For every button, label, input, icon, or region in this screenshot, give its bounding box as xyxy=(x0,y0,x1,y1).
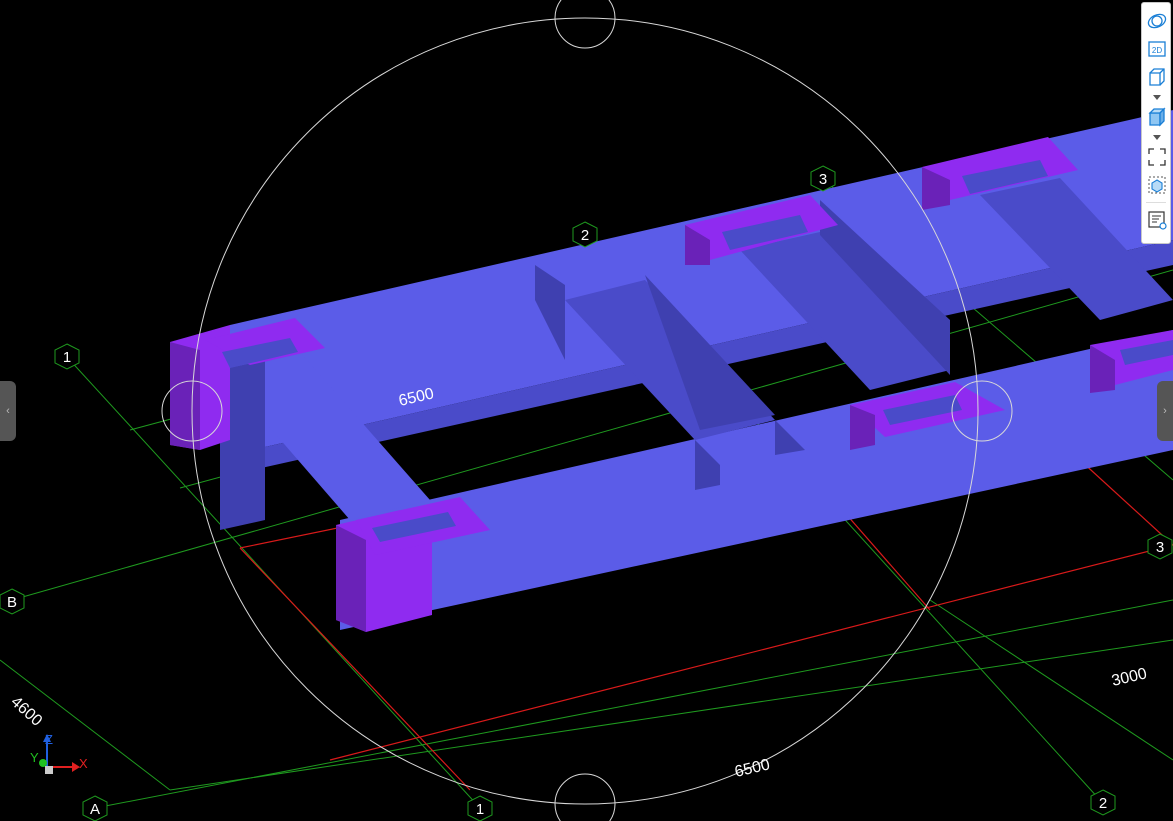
orbit-handle-bottom[interactable] xyxy=(554,773,616,821)
svg-text:1: 1 xyxy=(63,349,71,366)
grid-label-right-3: 3 xyxy=(1147,533,1173,560)
view-toolbar: 2D xyxy=(1141,2,1171,244)
right-panel-toggle[interactable]: › xyxy=(1157,381,1173,441)
svg-text:3: 3 xyxy=(1156,539,1164,556)
chevron-down-icon xyxy=(1153,134,1161,140)
grid-label-top-3: 3 xyxy=(810,165,836,192)
properties-button[interactable] xyxy=(1142,206,1172,234)
scene-canvas[interactable]: 2 3 1 B A 1 2 3 4600 6500 6500 3000 X Y … xyxy=(0,0,1173,821)
shaded-dropdown[interactable] xyxy=(1142,131,1172,143)
grid-label-top-2: 2 xyxy=(572,221,598,248)
left-panel-toggle[interactable]: ‹ xyxy=(0,381,16,441)
view-2d-button[interactable]: 2D xyxy=(1142,35,1172,63)
y-axis xyxy=(39,759,47,767)
orbit-icon xyxy=(1147,13,1167,29)
view-2d-icon: 2D xyxy=(1148,41,1166,57)
wireframe-cube-icon xyxy=(1149,68,1165,86)
grid-label-bottom-1: 1 xyxy=(467,795,493,821)
axis-label-y: Y xyxy=(30,750,39,765)
3d-viewport[interactable]: 2 3 1 B A 1 2 3 4600 6500 6500 3000 X Y … xyxy=(0,0,1173,821)
zoom-extents-icon xyxy=(1148,148,1166,166)
view-cube-button[interactable] xyxy=(1142,171,1172,199)
grid-label-left-1: 1 xyxy=(54,343,80,370)
chevron-left-icon: ‹ xyxy=(6,405,10,417)
grid-label-bottom-A: A xyxy=(82,795,108,821)
grid-label-left-B: B xyxy=(0,588,25,615)
orbit-handle-top[interactable] xyxy=(554,0,616,49)
axis-label-x: X xyxy=(79,756,88,771)
axis-label-z: Z xyxy=(45,732,53,747)
chevron-down-icon xyxy=(1153,94,1161,100)
svg-text:3: 3 xyxy=(819,171,827,188)
toolbar-separator xyxy=(1146,202,1166,203)
view-cube-icon xyxy=(1148,176,1166,194)
orbit-button[interactable] xyxy=(1142,7,1172,35)
grid-label-bottom-2: 2 xyxy=(1090,789,1116,816)
svg-text:2: 2 xyxy=(581,227,589,244)
dimension-3000: 3000 xyxy=(1110,665,1149,690)
zoom-extents-button[interactable] xyxy=(1142,143,1172,171)
shaded-cube-icon xyxy=(1148,107,1166,127)
properties-icon xyxy=(1148,211,1167,230)
svg-text:1: 1 xyxy=(476,801,484,818)
axis-indicator: X Y Z xyxy=(30,732,88,774)
svg-text:B: B xyxy=(7,594,17,611)
svg-text:2D: 2D xyxy=(1152,46,1162,55)
shaded-view-button[interactable] xyxy=(1142,103,1172,131)
chevron-right-icon: › xyxy=(1163,405,1167,417)
wireframe-view-button[interactable] xyxy=(1142,63,1172,91)
dimension-4600: 4600 xyxy=(7,693,45,730)
dimension-6500-bottom: 6500 xyxy=(733,756,772,781)
wireframe-dropdown[interactable] xyxy=(1142,91,1172,103)
svg-text:A: A xyxy=(90,801,100,818)
svg-text:2: 2 xyxy=(1099,795,1107,812)
